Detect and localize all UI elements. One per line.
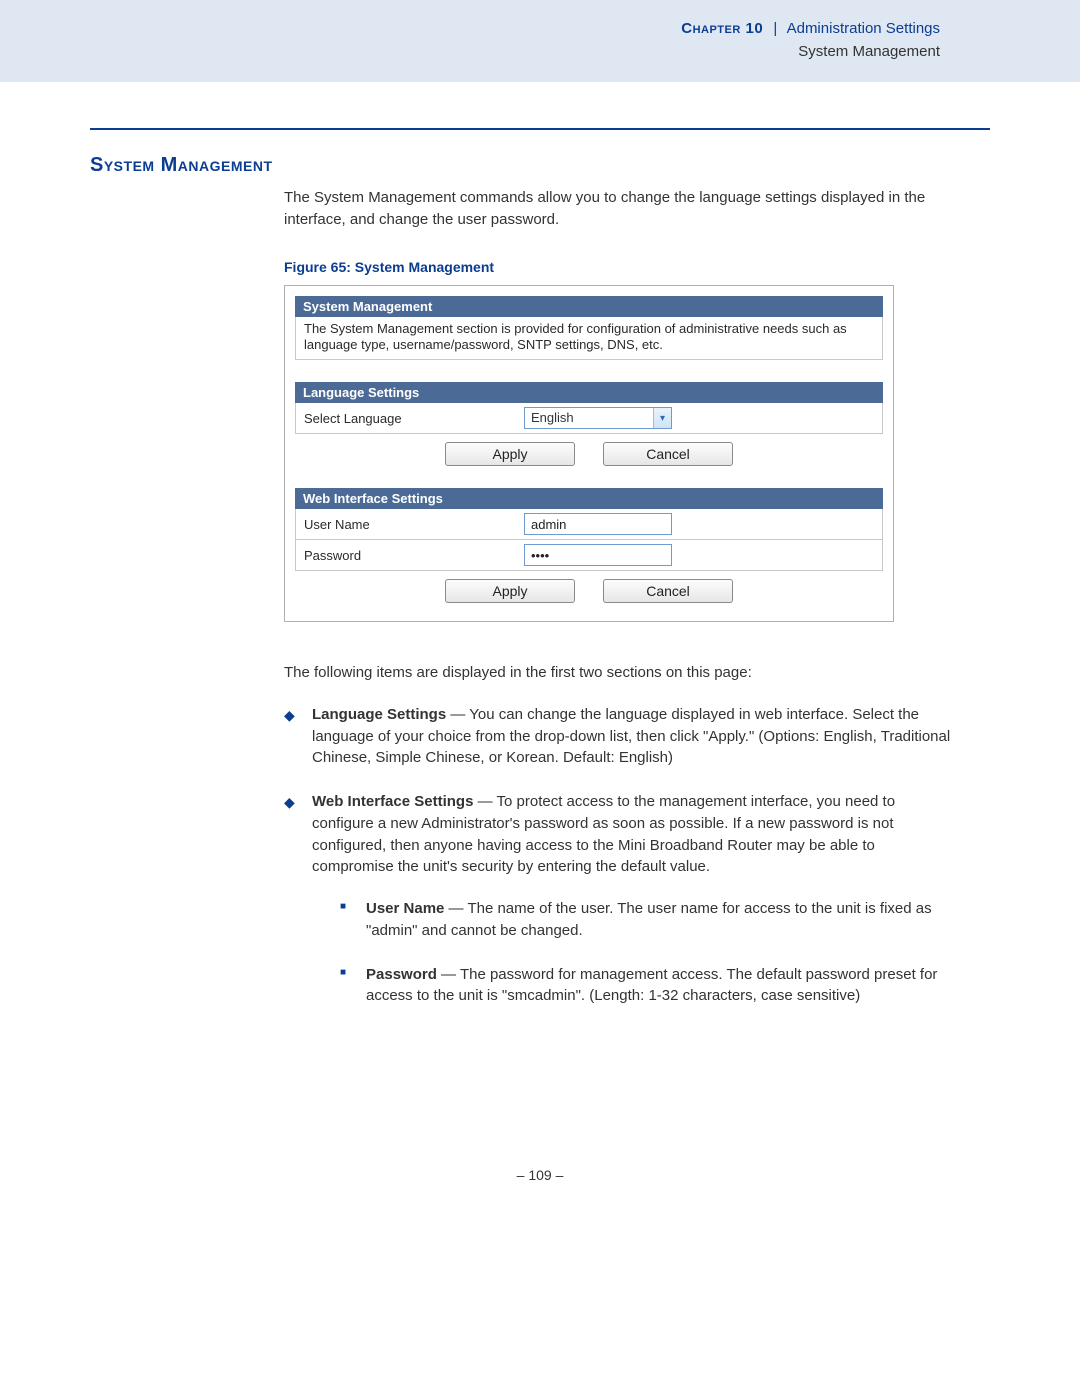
chapter-label: Chapter 10 bbox=[681, 20, 763, 37]
select-language-label: Select Language bbox=[296, 406, 524, 431]
subbullet-user-body: — The name of the user. The user name fo… bbox=[366, 900, 932, 939]
password-input[interactable] bbox=[524, 544, 672, 566]
web-interface-header: Web Interface Settings bbox=[295, 488, 883, 509]
figure-box: System Management The System Management … bbox=[284, 285, 894, 623]
language-cancel-button[interactable]: Cancel bbox=[603, 442, 733, 466]
subbullet-pass-title: Password bbox=[366, 966, 437, 983]
subbullet-password: Password — The password for management a… bbox=[340, 964, 960, 1008]
system-management-header: System Management bbox=[295, 296, 883, 317]
username-label: User Name bbox=[296, 512, 524, 537]
language-settings-header: Language Settings bbox=[295, 382, 883, 403]
language-row: Select Language English ▾ bbox=[295, 403, 883, 434]
password-label: Password bbox=[296, 543, 524, 568]
web-apply-button[interactable]: Apply bbox=[445, 579, 575, 603]
language-select-value: English bbox=[525, 408, 653, 428]
breadcrumb: Administration Settings bbox=[787, 20, 940, 37]
bullet-lang-title: Language Settings bbox=[312, 706, 446, 723]
subbullet-pass-body: — The password for management access. Th… bbox=[366, 966, 937, 1005]
bullet-web-interface-settings: Web Interface Settings — To protect acce… bbox=[284, 791, 960, 1007]
figure-caption: Figure 65: System Management bbox=[284, 259, 990, 275]
page-number: – 109 – bbox=[90, 1167, 990, 1183]
page-header: Chapter 10 | Administration Settings Sys… bbox=[0, 0, 1080, 82]
password-row: Password bbox=[295, 540, 883, 571]
chevron-down-icon: ▾ bbox=[653, 408, 671, 428]
language-apply-button[interactable]: Apply bbox=[445, 442, 575, 466]
separator: | bbox=[773, 20, 777, 37]
intro-paragraph: The System Management commands allow you… bbox=[284, 187, 960, 231]
username-row: User Name bbox=[295, 509, 883, 540]
top-rule bbox=[90, 128, 990, 130]
subbullet-user-title: User Name bbox=[366, 900, 444, 917]
username-input[interactable] bbox=[524, 513, 672, 535]
section-title: System Management bbox=[90, 154, 990, 177]
system-management-desc: The System Management section is provide… bbox=[295, 317, 883, 361]
subbullet-username: User Name — The name of the user. The us… bbox=[340, 898, 960, 942]
web-cancel-button[interactable]: Cancel bbox=[603, 579, 733, 603]
bullet-language-settings: Language Settings — You can change the l… bbox=[284, 704, 960, 769]
bullet-web-title: Web Interface Settings bbox=[312, 793, 473, 810]
after-figure-intro: The following items are displayed in the… bbox=[284, 662, 960, 684]
header-subtitle: System Management bbox=[0, 41, 940, 64]
language-select[interactable]: English ▾ bbox=[524, 407, 672, 429]
